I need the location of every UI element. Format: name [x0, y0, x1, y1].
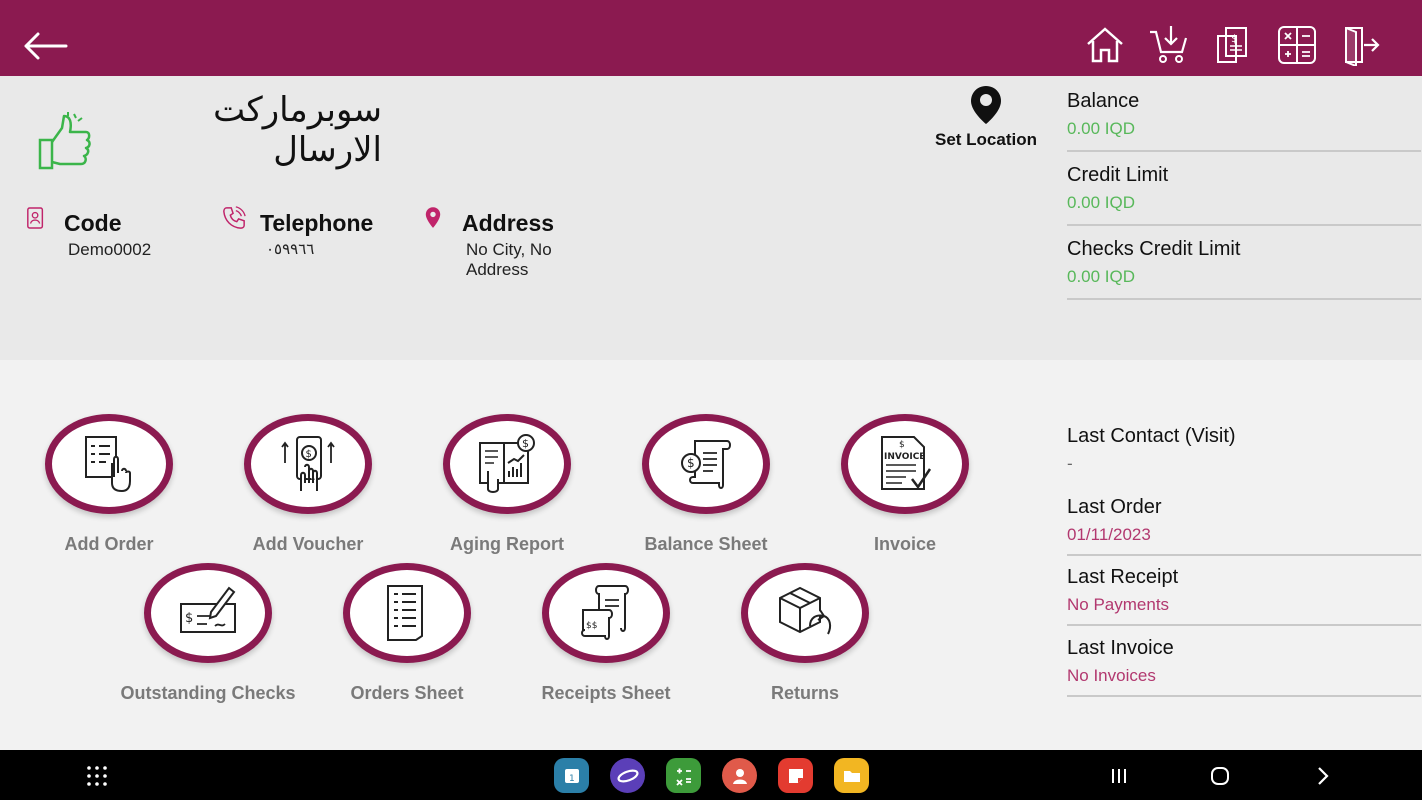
last-receipt-label: Last Receipt [1067, 566, 1179, 588]
phone-icon [222, 206, 246, 232]
receipts-sheet-label: Receipts Sheet [541, 683, 671, 703]
check-signing-icon: $ [180, 586, 236, 633]
credit-limit-value: 0.00 IQD [1067, 193, 1136, 212]
dock-apps: 1 [554, 758, 869, 793]
add-voucher-label: Add Voucher [252, 534, 364, 554]
customer-name: سوبرماركت الارسال [213, 90, 382, 170]
location-pin-icon [971, 86, 1001, 124]
svg-text:$: $ [899, 440, 905, 450]
files-app-icon[interactable] [834, 758, 869, 793]
set-location-button[interactable]: Set Location [926, 84, 1046, 150]
calendar-app-icon[interactable]: 1 [554, 758, 589, 793]
home-icon[interactable] [1084, 24, 1126, 66]
cart-download-icon[interactable] [1148, 24, 1190, 66]
outstanding-checks-button[interactable]: $ Outstanding Checks [108, 563, 308, 704]
svg-text:$: $ [522, 437, 529, 450]
svg-text:$$: $$ [586, 621, 597, 631]
id-card-icon [26, 206, 48, 232]
ledger-scroll-icon: $ [681, 440, 731, 489]
svg-text:$: $ [687, 456, 695, 470]
last-receipt-stat: Last Receipt No Payments [1067, 566, 1421, 626]
order-list-icon [85, 436, 131, 493]
calculator-icon[interactable] [1276, 24, 1318, 66]
address-value: No City, No Address [466, 240, 552, 279]
checks-credit-limit-value: 0.00 IQD [1067, 267, 1136, 286]
notes-app-icon[interactable] [778, 758, 813, 793]
add-order-button[interactable]: Add Order [9, 414, 209, 555]
invoice-button[interactable]: $ INVOICE Invoice [805, 414, 1005, 555]
code-value: Demo0002 [68, 240, 152, 259]
svg-text:$: $ [306, 449, 312, 460]
returns-button[interactable]: Returns [705, 563, 905, 704]
address-pin-icon [424, 206, 446, 232]
last-contact-value: - [1067, 454, 1073, 473]
credit-limit-stat: Credit Limit 0.00 IQD [1067, 164, 1421, 226]
add-voucher-button[interactable]: $ Add Voucher [208, 414, 408, 555]
last-contact-stat: Last Contact (Visit) - [1067, 425, 1421, 485]
last-invoice-stat: Last Invoice No Invoices [1067, 637, 1421, 697]
balance-stat: Balance 0.00 IQD [1067, 90, 1421, 152]
balance-value: 0.00 IQD [1067, 119, 1136, 138]
app-drawer-icon[interactable] [84, 763, 110, 789]
telephone-value: ٠٥٩٩٦٦ [266, 241, 315, 258]
orders-sheet-label: Orders Sheet [350, 683, 464, 703]
credit-limit-label: Credit Limit [1067, 164, 1169, 186]
calculator-app-icon[interactable] [666, 758, 701, 793]
balance-label: Balance [1067, 90, 1140, 112]
checks-credit-limit-label: Checks Credit Limit [1067, 238, 1241, 260]
top-toolbar: $ [1084, 24, 1382, 68]
report-chart-icon: $ [479, 434, 535, 493]
svg-text:1: 1 [569, 774, 575, 784]
svg-text:$: $ [1231, 32, 1238, 45]
svg-text:INVOICE: INVOICE [884, 452, 925, 462]
receipt-dollar-icon[interactable]: $ [1212, 24, 1254, 66]
last-invoice-value: No Invoices [1067, 666, 1156, 685]
balance-sheet-label: Balance Sheet [644, 534, 768, 554]
aging-report-button[interactable]: $ Aging Report [407, 414, 607, 555]
last-contact-label: Last Contact (Visit) [1067, 425, 1236, 447]
mobile-payment-icon: $ [281, 436, 335, 491]
address-label: Address [462, 210, 555, 236]
contacts-app-icon[interactable] [722, 758, 757, 793]
code-label: Code [64, 210, 122, 236]
set-location-label: Set Location [934, 130, 1037, 149]
thumbs-up-icon [36, 112, 94, 172]
returns-label: Returns [770, 683, 839, 703]
aging-report-label: Aging Report [450, 534, 564, 554]
last-receipt-value: No Payments [1067, 595, 1170, 614]
outstanding-checks-label: Outstanding Checks [120, 683, 296, 703]
last-order-value: 01/11/2023 [1067, 525, 1151, 544]
back-arrow-icon[interactable] [22, 26, 70, 66]
telephone-label: Telephone [260, 210, 374, 236]
recent-apps-icon[interactable] [1106, 763, 1132, 789]
add-order-label: Add Order [64, 534, 154, 554]
orders-sheet-button[interactable]: Orders Sheet [307, 563, 507, 704]
checks-credit-limit-stat: Checks Credit Limit 0.00 IQD [1067, 238, 1421, 300]
last-invoice-label: Last Invoice [1067, 637, 1174, 659]
back-nav-icon[interactable] [1310, 763, 1336, 789]
browser-app-icon[interactable] [610, 758, 645, 793]
svg-text:$: $ [185, 611, 193, 626]
invoice-label: Invoice [873, 534, 937, 554]
return-box-icon [779, 586, 832, 635]
last-order-label: Last Order [1067, 496, 1162, 518]
last-order-stat: Last Order 01/11/2023 [1067, 496, 1421, 556]
invoice-icon: $ INVOICE [881, 436, 932, 490]
receipts-scroll-icon: $$ [581, 585, 629, 640]
home-nav-icon[interactable] [1207, 763, 1233, 789]
exit-icon[interactable] [1340, 24, 1382, 68]
orders-document-icon [387, 585, 423, 641]
receipts-sheet-button[interactable]: $$ Receipts Sheet [506, 563, 706, 704]
balance-sheet-button[interactable]: $ Balance Sheet [606, 414, 806, 555]
